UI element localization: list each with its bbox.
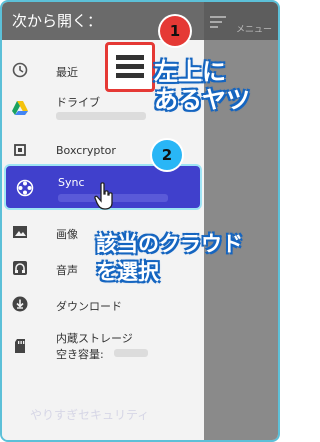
storage-free-label: 空き容量: xyxy=(56,348,104,361)
drawer-item-label: 内蔵ストレージ xyxy=(56,332,133,345)
callout-step2: 該当のクラウド を選択 xyxy=(96,230,243,286)
account-redacted xyxy=(56,112,146,120)
image-icon xyxy=(13,226,27,238)
drawer-item-label: ダウンロード xyxy=(56,300,122,313)
drawer-item-label: Boxcryptor xyxy=(56,144,116,157)
boxcryptor-icon xyxy=(14,144,26,156)
headphones-icon xyxy=(13,261,27,275)
free-space-redacted xyxy=(114,349,148,357)
callout-step1: 左上に あるヤツ xyxy=(154,58,250,114)
drawer-item-label: 画像 xyxy=(56,228,78,241)
clock-icon xyxy=(12,62,28,78)
drawer-item-internal-storage[interactable]: 内蔵ストレージ 空き容量: xyxy=(2,328,204,364)
watermark: やりすぎセキュリティ xyxy=(30,408,150,422)
drawer-item-downloads[interactable]: ダウンロード xyxy=(2,292,204,316)
callout-step1-line1: 左上に xyxy=(154,58,226,86)
sync-icon xyxy=(16,179,34,197)
google-drive-icon xyxy=(12,101,28,115)
menu-label[interactable]: メニュー xyxy=(236,22,272,35)
drawer-item-label: 最近 xyxy=(56,66,78,79)
drawer-item-label: Sync xyxy=(58,176,85,189)
step-badge-1: 1 xyxy=(160,16,190,46)
drawer-item-label: ドライブ xyxy=(56,96,100,109)
callout-step2-line1: 該当のクラウド xyxy=(96,232,243,256)
step-badge-2: 2 xyxy=(152,140,182,170)
hamburger-menu-icon[interactable] xyxy=(105,42,155,92)
sort-icon xyxy=(210,16,226,31)
drawer-item-sync[interactable]: Sync xyxy=(4,164,202,210)
screenshot-frame: メニュー 次から開く： 最近 ドライブ Boxcryptor Sync 画像 音… xyxy=(0,0,280,442)
callout-step1-line2: あるヤツ xyxy=(154,86,250,114)
app-toolbar: メニュー xyxy=(204,2,278,40)
drawer-item-label: 音声 xyxy=(56,264,78,277)
callout-step2-line2: を選択 xyxy=(96,260,159,284)
sd-card-icon xyxy=(15,339,25,353)
pointer-hand-icon xyxy=(94,182,113,210)
download-icon xyxy=(12,296,28,312)
